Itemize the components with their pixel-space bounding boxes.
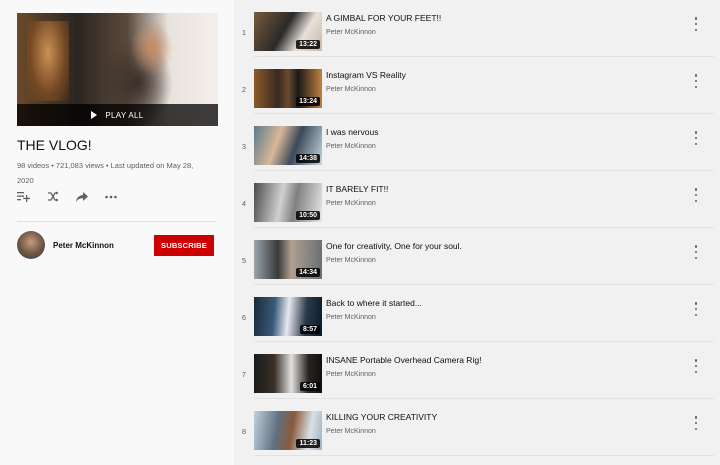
video-index: 4 (241, 199, 247, 208)
video-row[interactable]: 6 8:57 Back to where it started... Peter… (234, 285, 714, 342)
video-duration: 13:22 (296, 40, 320, 49)
video-row[interactable]: 4 10:50 IT BARELY FIT!! Peter McKinnon (234, 171, 714, 228)
share-icon[interactable] (75, 190, 88, 203)
owner-name[interactable]: Peter McKinnon (53, 241, 114, 250)
video-thumbnail[interactable]: 13:24 (254, 69, 322, 108)
playlist-stats-line-2: 2020 (17, 176, 34, 185)
video-duration: 8:57 (299, 325, 320, 334)
video-duration: 14:38 (296, 154, 320, 163)
video-thumbnail[interactable]: 14:38 (254, 126, 322, 165)
video-thumbnail[interactable]: 6:01 (254, 354, 322, 393)
subscribe-button[interactable]: SUBSCRIBE (154, 235, 214, 256)
video-index: 6 (241, 313, 247, 322)
video-channel[interactable]: Peter McKinnon (326, 143, 376, 150)
row-divider (254, 455, 714, 456)
video-duration: 13:24 (296, 97, 320, 106)
more-horizontal-icon[interactable] (104, 190, 117, 203)
video-row[interactable]: 3 14:38 I was nervous Peter McKinnon (234, 114, 714, 171)
video-row[interactable]: 5 14:34 One for creativity, One for your… (234, 228, 714, 285)
video-index: 2 (241, 85, 247, 94)
video-duration: 11:23 (296, 439, 320, 448)
video-row[interactable]: 8 11:23 KILLING YOUR CREATIVITY Peter Mc… (234, 399, 714, 456)
playlist-stats-line-1: 98 videos • 721,083 views • Last updated… (17, 161, 194, 170)
playlist-thumbnail[interactable]: PLAY ALL (17, 13, 218, 126)
more-vert-icon[interactable] (692, 17, 700, 31)
more-vert-icon[interactable] (692, 74, 700, 88)
more-vert-icon[interactable] (692, 302, 700, 316)
video-channel[interactable]: Peter McKinnon (326, 371, 376, 378)
video-channel[interactable]: Peter McKinnon (326, 200, 376, 207)
playlist-actions (17, 190, 117, 203)
video-channel[interactable]: Peter McKinnon (326, 257, 376, 264)
video-row[interactable]: 7 6:01 INSANE Portable Overhead Camera R… (234, 342, 714, 399)
video-channel[interactable]: Peter McKinnon (326, 428, 376, 435)
video-title[interactable]: A GIMBAL FOR YOUR FEET!! (326, 13, 441, 23)
more-vert-icon[interactable] (692, 359, 700, 373)
video-title[interactable]: I was nervous (326, 127, 378, 137)
playlist-title: THE VLOG! (17, 137, 92, 153)
video-thumbnail[interactable]: 8:57 (254, 297, 322, 336)
play-all-label: PLAY ALL (105, 110, 144, 120)
video-duration: 6:01 (299, 382, 320, 391)
video-channel[interactable]: Peter McKinnon (326, 29, 376, 36)
sidebar-divider (17, 221, 216, 222)
video-index: 8 (241, 427, 247, 436)
video-title[interactable]: INSANE Portable Overhead Camera Rig! (326, 355, 481, 365)
playlist-owner[interactable]: Peter McKinnon (17, 231, 114, 259)
video-index: 3 (241, 142, 247, 151)
video-title[interactable]: Instagram VS Reality (326, 70, 406, 80)
playlist-stats: 98 videos • 721,083 views • Last updated… (17, 158, 222, 188)
playlist-sidebar: PLAY ALL THE VLOG! 98 videos • 721,083 v… (0, 0, 234, 465)
video-index: 5 (241, 256, 247, 265)
video-index: 1 (241, 28, 247, 37)
video-thumbnail[interactable]: 11:23 (254, 411, 322, 450)
shuffle-icon[interactable] (46, 190, 59, 203)
video-duration: 10:50 (296, 211, 320, 220)
video-thumbnail[interactable]: 13:22 (254, 12, 322, 51)
video-channel[interactable]: Peter McKinnon (326, 314, 376, 321)
video-title[interactable]: KILLING YOUR CREATIVITY (326, 412, 437, 422)
video-row[interactable]: 1 13:22 A GIMBAL FOR YOUR FEET!! Peter M… (234, 0, 714, 57)
video-index: 7 (241, 370, 247, 379)
video-row[interactable]: 2 13:24 Instagram VS Reality Peter McKin… (234, 57, 714, 114)
more-vert-icon[interactable] (692, 245, 700, 259)
video-title[interactable]: Back to where it started... (326, 298, 422, 308)
add-to-queue-icon[interactable] (17, 190, 30, 203)
video-channel[interactable]: Peter McKinnon (326, 86, 376, 93)
video-title[interactable]: One for creativity, One for your soul. (326, 241, 462, 251)
thumbnail-lamp (27, 21, 69, 101)
more-vert-icon[interactable] (692, 188, 700, 202)
more-vert-icon[interactable] (692, 416, 700, 430)
play-icon (91, 111, 98, 119)
avatar[interactable] (17, 231, 45, 259)
video-list: 1 13:22 A GIMBAL FOR YOUR FEET!! Peter M… (234, 0, 720, 465)
video-thumbnail[interactable]: 14:34 (254, 240, 322, 279)
video-title[interactable]: IT BARELY FIT!! (326, 184, 388, 194)
video-thumbnail[interactable]: 10:50 (254, 183, 322, 222)
play-all-button[interactable]: PLAY ALL (17, 104, 218, 126)
video-duration: 14:34 (296, 268, 320, 277)
more-vert-icon[interactable] (692, 131, 700, 145)
